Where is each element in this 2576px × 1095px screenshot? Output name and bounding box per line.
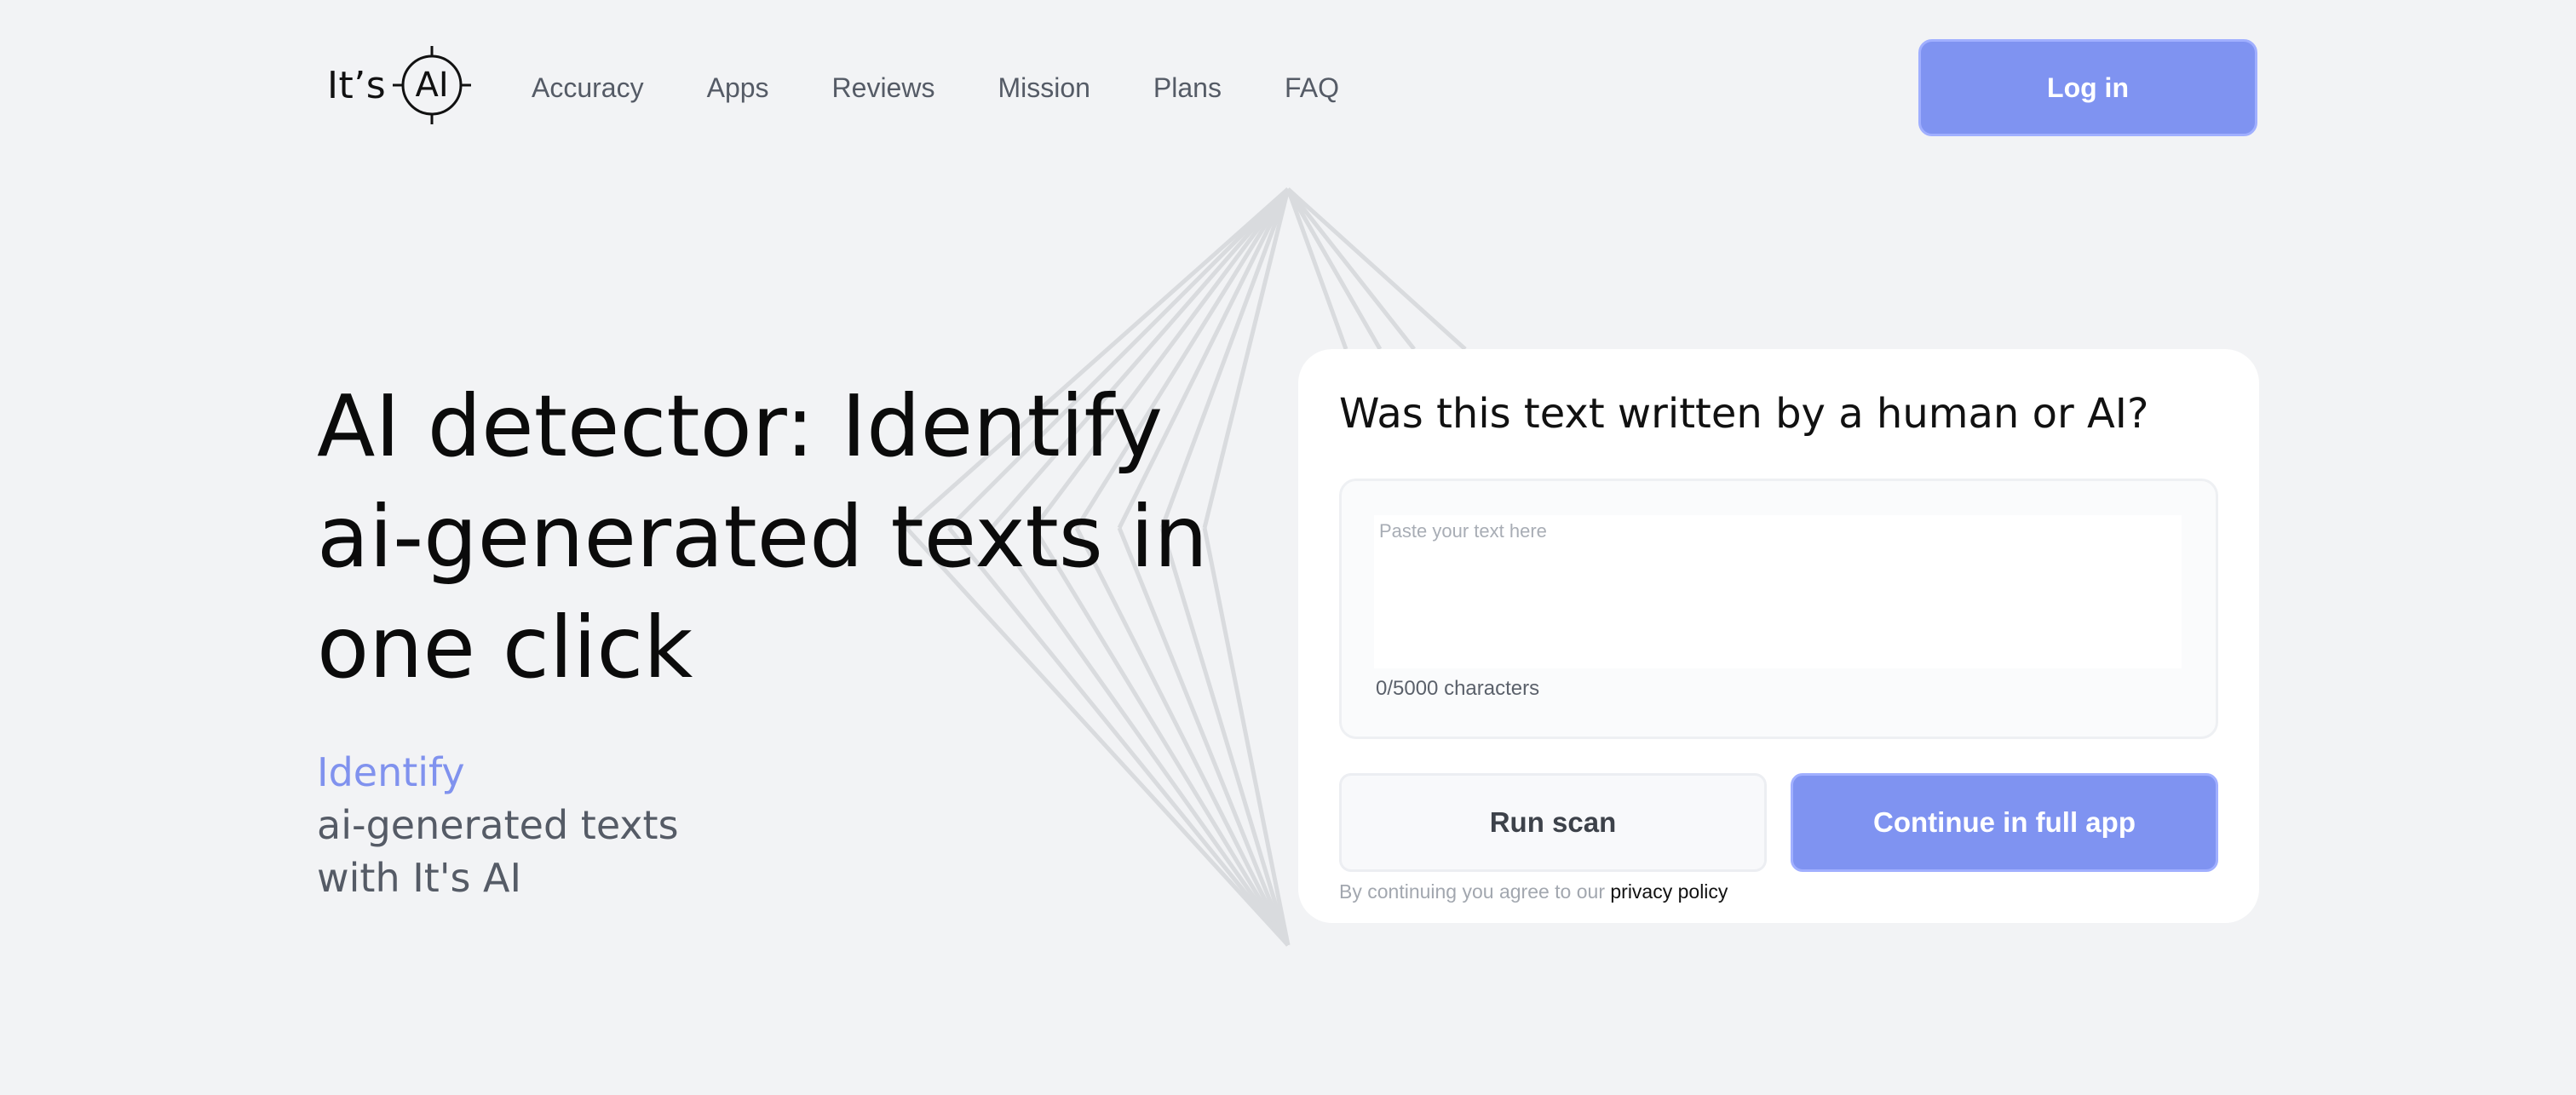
login-button[interactable]: Log in: [1918, 39, 2257, 136]
crosshair-icon: AI: [391, 44, 473, 126]
page: It’s AI Accuracy Apps Reviews Mission Pl…: [0, 0, 2576, 1095]
logo[interactable]: It’s AI: [327, 44, 473, 126]
detector-card: Was this text written by a human or AI? …: [1298, 349, 2259, 923]
logo-mark-text: AI: [415, 66, 449, 105]
nav-link-mission[interactable]: Mission: [998, 66, 1090, 109]
hero-subtitle-line-1: ai-generated texts: [317, 802, 679, 848]
run-scan-button[interactable]: Run scan: [1339, 773, 1767, 872]
header: It’s AI Accuracy Apps Reviews Mission Pl…: [0, 0, 2576, 179]
main-nav: Accuracy Apps Reviews Mission Plans FAQ: [532, 66, 1402, 109]
hero-subtitle-line-2: with It's AI: [317, 855, 522, 901]
consent-text: By continuing you agree to our privacy p…: [1339, 880, 1728, 903]
nav-link-reviews[interactable]: Reviews: [832, 66, 935, 109]
nav-link-faq[interactable]: FAQ: [1285, 66, 1339, 109]
logo-text: It’s: [327, 63, 387, 107]
continue-full-app-button[interactable]: Continue in full app: [1791, 773, 2218, 872]
text-input[interactable]: [1374, 515, 2182, 668]
nav-link-apps[interactable]: Apps: [707, 66, 769, 109]
hero-subtitle: Identify ai-generated texts with It's AI: [317, 746, 679, 904]
hero-subtitle-accent: Identify: [317, 749, 465, 795]
consent-prefix: By continuing you agree to our: [1339, 880, 1605, 903]
nav-link-accuracy[interactable]: Accuracy: [532, 66, 644, 109]
card-title: Was this text written by a human or AI?: [1339, 390, 2149, 438]
text-input-box: 0/5000 characters: [1339, 479, 2218, 739]
page-title: AI detector: Identify ai-generated texts…: [317, 376, 1208, 697]
privacy-policy-link[interactable]: privacy policy: [1610, 880, 1728, 903]
nav-link-plans[interactable]: Plans: [1153, 66, 1222, 109]
character-count: 0/5000 characters: [1376, 677, 1540, 700]
